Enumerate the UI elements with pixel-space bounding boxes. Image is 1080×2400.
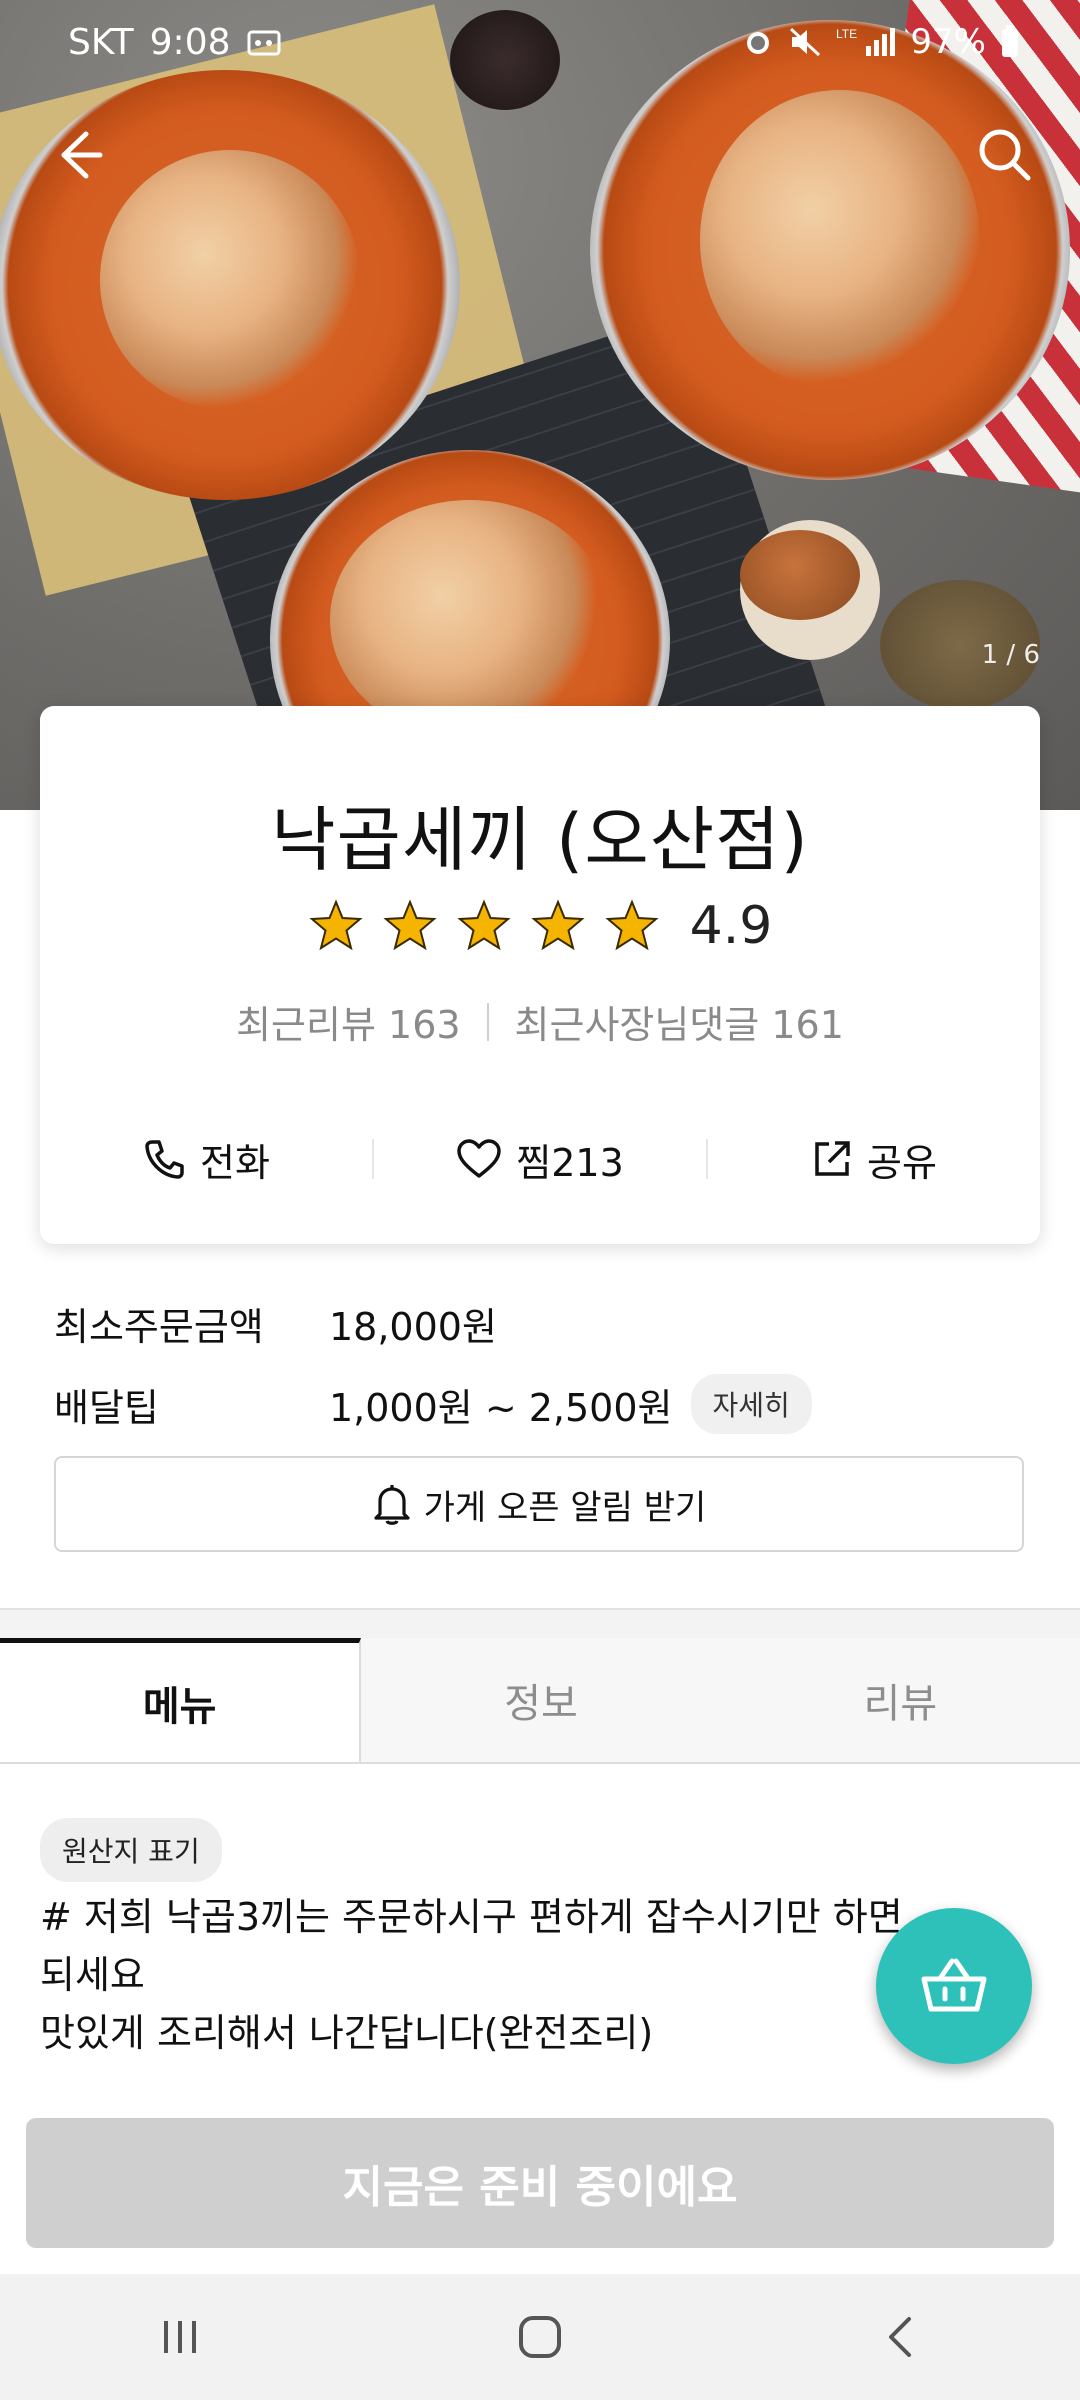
star-icon bbox=[457, 899, 511, 951]
cast-icon bbox=[247, 30, 280, 55]
basket-icon bbox=[921, 1958, 987, 2012]
store-name: 낙곱세끼 (오산점) bbox=[271, 799, 809, 881]
open-alert-label: 가게 오픈 알림 받기 bbox=[423, 1487, 707, 1528]
section-divider bbox=[0, 1608, 1080, 1638]
delivery-tip-row: 배달팁 1,000원 ~ 2,500원 자세히 bbox=[54, 1374, 812, 1434]
battery-icon bbox=[1002, 25, 1018, 57]
tab-info[interactable]: 정보 bbox=[361, 1638, 721, 1762]
bell-icon bbox=[374, 1485, 410, 1525]
preparing-button[interactable]: 지금은 준비 중이에요 bbox=[26, 2118, 1054, 2248]
rating-row: 4.9 bbox=[40, 896, 1040, 956]
share-label: 공유 bbox=[867, 1140, 937, 1185]
mute-icon bbox=[790, 27, 821, 57]
tab-menu[interactable]: 메뉴 bbox=[0, 1638, 362, 1762]
clock: 9:08 bbox=[149, 22, 231, 63]
call-label: 전화 bbox=[200, 1140, 270, 1185]
delivery-tip-value: 1,000원 ~ 2,500원 bbox=[329, 1385, 673, 1430]
open-alert-button[interactable]: 가게 오픈 알림 받기 bbox=[54, 1456, 1024, 1552]
owner-replies-link[interactable]: 최근사장님댓글 161 bbox=[515, 994, 844, 1049]
back-button[interactable] bbox=[840, 2297, 960, 2377]
hero-spoon bbox=[740, 530, 860, 620]
store-info-card: 낙곱세끼 (오산점) 4.9 최근리뷰 163 최근사장님댓글 161 전화 찜… bbox=[40, 706, 1040, 1244]
like-label: 찜213 bbox=[516, 1140, 624, 1185]
recents-icon bbox=[164, 2321, 196, 2353]
min-order-label: 최소주문금액 bbox=[54, 1305, 264, 1349]
delivery-tip-label: 배달팁 bbox=[54, 1385, 159, 1430]
carrier: SKT bbox=[68, 22, 134, 63]
star-icon bbox=[531, 899, 585, 951]
lte-signal-icon: LTE bbox=[836, 27, 896, 56]
recent-reviews-link[interactable]: 최근리뷰 163 bbox=[236, 994, 460, 1049]
home-button[interactable] bbox=[480, 2297, 600, 2377]
store-description: # 저희 낙곱3끼는 주문하시구 편하게 잡수시기만 하면 되세요 맛있게 조리… bbox=[40, 1895, 903, 2055]
recents-button[interactable] bbox=[120, 2297, 240, 2377]
image-pager: 1 / 6 bbox=[981, 640, 1040, 670]
back-arrow-icon[interactable] bbox=[40, 120, 110, 190]
review-counts: 최근리뷰 163 최근사장님댓글 161 bbox=[40, 994, 1040, 1049]
search-icon[interactable] bbox=[970, 120, 1040, 190]
tab-reviews[interactable]: 리뷰 bbox=[720, 1638, 1080, 1762]
cart-button[interactable] bbox=[876, 1908, 1032, 2064]
min-order-row: 최소주문금액 18,000원 bbox=[54, 1296, 497, 1351]
rating-value: 4.9 bbox=[689, 896, 773, 956]
min-order-value: 18,000원 bbox=[329, 1305, 497, 1349]
svg-text:LTE: LTE bbox=[836, 27, 857, 41]
battery-percent: 97% bbox=[910, 22, 986, 62]
like-button[interactable]: 찜213 bbox=[374, 1132, 706, 1187]
star-icon bbox=[383, 899, 437, 951]
share-button[interactable]: 공유 bbox=[708, 1132, 1040, 1187]
origin-label-chip[interactable]: 원산지 표기 bbox=[40, 1818, 222, 1882]
store-hero-image[interactable]: 1 / 6 bbox=[0, 0, 1080, 810]
alarm-icon bbox=[747, 32, 770, 54]
share-icon bbox=[815, 1141, 850, 1176]
back-icon bbox=[889, 2317, 911, 2357]
heart-icon bbox=[457, 1139, 501, 1178]
home-icon bbox=[519, 2316, 561, 2358]
system-nav-bar bbox=[0, 2274, 1080, 2400]
star-icon bbox=[309, 899, 363, 951]
store-tabs: 메뉴 정보 리뷰 bbox=[0, 1638, 1080, 1764]
store-actions: 전화 찜213 공유 bbox=[40, 1114, 1040, 1204]
divider bbox=[486, 1002, 489, 1041]
star-icon bbox=[605, 899, 659, 951]
status-bar: SKT 9:08 LTE 97% bbox=[0, 0, 1080, 96]
delivery-tip-detail-button[interactable]: 자세히 bbox=[690, 1374, 812, 1434]
phone-icon bbox=[145, 1140, 184, 1179]
call-button[interactable]: 전화 bbox=[40, 1132, 372, 1187]
